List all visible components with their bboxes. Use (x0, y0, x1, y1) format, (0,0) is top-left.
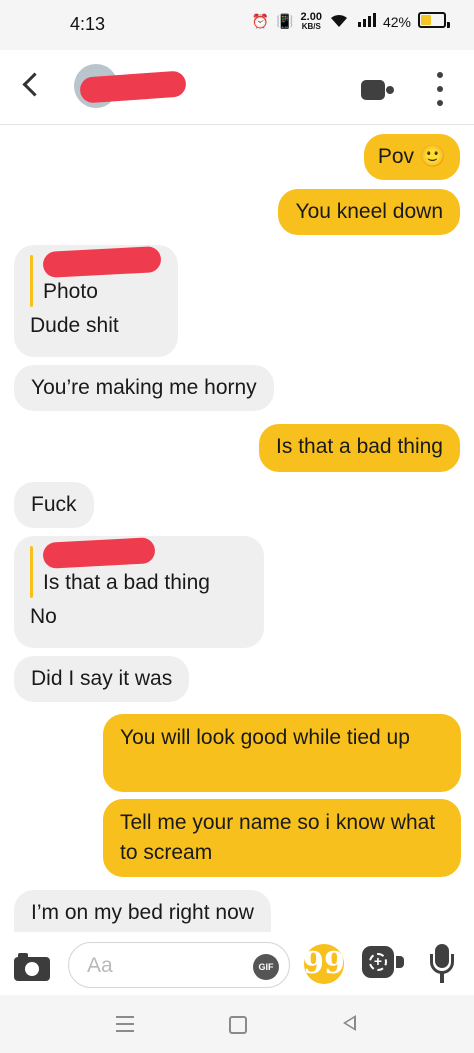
quoted-text: Photo (43, 280, 98, 303)
back-icon[interactable] (22, 72, 47, 97)
redacted-quote-author (42, 245, 162, 279)
reply-message-bubble[interactable]: Photo Dude shit (14, 245, 178, 357)
battery-icon (418, 12, 450, 31)
message-text: Dude shit (30, 314, 119, 337)
message-bubble[interactable]: I’m on my bed right now (14, 890, 271, 936)
message-bubble[interactable]: Pov 🙂 (363, 134, 460, 180)
quoted-message: Is that a bad thing (30, 537, 248, 598)
message-bubble[interactable]: Fuck (14, 482, 94, 528)
status-time: 4:13 (70, 14, 106, 34)
network-speed: 2.00 KB/S (300, 10, 322, 31)
message-bubble[interactable]: Is that a bad thing (259, 424, 460, 472)
status-icons: ⏰ 📳 2.00 KB/S 42% (251, 10, 450, 31)
quote-icon[interactable]: 99 (303, 944, 345, 984)
redacted-quote-author (42, 537, 156, 569)
system-nav-bar (0, 995, 474, 1053)
status-bar: 4:13 ⏰ 📳 2.00 KB/S 42% (0, 0, 474, 50)
message-input-container: GIF (68, 942, 290, 988)
message-text: No (30, 605, 57, 628)
home-icon[interactable] (229, 1016, 247, 1034)
vibrate-icon: 📳 (276, 13, 294, 29)
camera-icon[interactable] (14, 952, 50, 981)
alarm-icon: ⏰ (251, 13, 270, 29)
back-nav-icon[interactable] (343, 1015, 356, 1031)
wifi-icon (329, 12, 349, 31)
gif-icon[interactable]: GIF (253, 954, 279, 980)
battery-level: 42% (382, 13, 411, 30)
quoted-text: Is that a bad thing (43, 571, 210, 594)
composer-bar: GIF 99 + (0, 932, 474, 994)
quoted-message: Photo (30, 245, 162, 307)
reply-message-bubble[interactable]: Is that a bad thing No (14, 536, 264, 648)
video-call-icon[interactable] (361, 80, 397, 100)
microphone-icon[interactable] (428, 944, 456, 988)
message-bubble[interactable]: You’re making me horny (14, 365, 274, 411)
chat-header (0, 50, 474, 125)
message-input[interactable] (85, 951, 239, 981)
message-bubble[interactable]: Did I say it was (14, 656, 190, 702)
signal-icon (356, 13, 376, 30)
more-icon[interactable] (437, 72, 443, 106)
icebreaker-icon[interactable]: + (362, 946, 406, 980)
recents-icon[interactable] (116, 1016, 134, 1032)
message-bubble[interactable]: You kneel down (278, 189, 460, 235)
message-bubble[interactable]: You will look good while tied up (103, 714, 461, 792)
message-bubble[interactable]: Tell me your name so i know what to scre… (103, 799, 461, 877)
